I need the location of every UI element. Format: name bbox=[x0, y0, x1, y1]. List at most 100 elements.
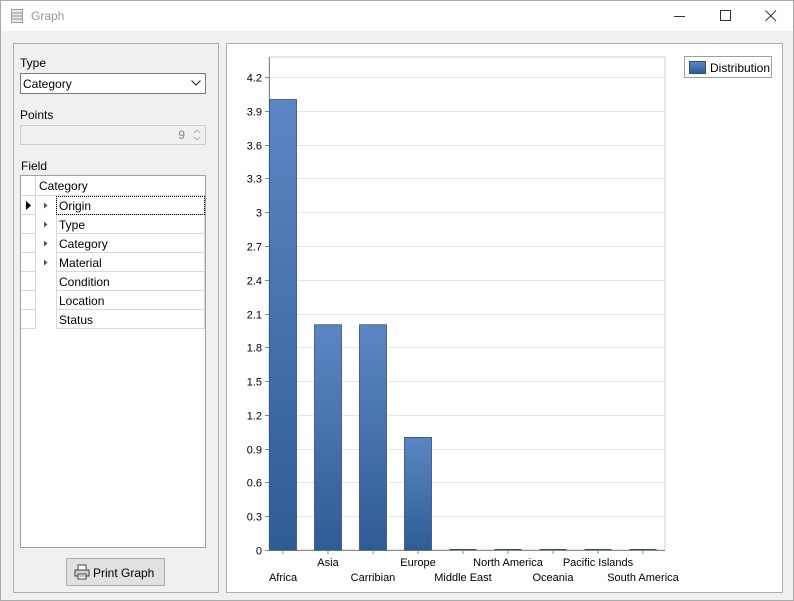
x-tick-label: Oceania bbox=[533, 572, 575, 584]
y-tick-label: 3 bbox=[256, 208, 262, 220]
field-name: Location bbox=[59, 294, 105, 308]
field-name: Material bbox=[59, 256, 102, 270]
maximize-icon bbox=[720, 10, 731, 21]
x-tick-label: Asia bbox=[317, 557, 339, 569]
y-tick-label: 1.5 bbox=[247, 377, 262, 389]
row-expander[interactable] bbox=[36, 272, 56, 291]
maximize-button[interactable] bbox=[703, 1, 749, 31]
grid-row[interactable]: Material bbox=[21, 253, 205, 272]
expand-arrow-icon bbox=[44, 259, 48, 266]
y-tick-label: 2.1 bbox=[247, 310, 262, 322]
x-tick-label: Africa bbox=[269, 572, 298, 584]
bar bbox=[404, 436, 432, 551]
row-header[interactable] bbox=[21, 272, 36, 291]
printer-icon bbox=[74, 564, 90, 580]
close-icon bbox=[765, 10, 777, 22]
chart-panel: 0 0.3 0.6 0.9 1.2 1.5 1.8 2.1 2.4 2.7 3 3.3 3.6 3.9 4.… bbox=[226, 43, 783, 593]
field-name: Type bbox=[59, 218, 86, 232]
bar bbox=[269, 99, 297, 551]
field-cell[interactable]: Status bbox=[56, 310, 205, 329]
field-grid[interactable]: Category Origin Type Category Material Condi… bbox=[20, 175, 206, 548]
x-tick-label: Pacific Islands bbox=[563, 557, 634, 569]
x-tick-label: South America bbox=[607, 572, 679, 584]
y-tick-label: 3.9 bbox=[247, 107, 262, 119]
y-tick-label: 1.2 bbox=[247, 411, 262, 423]
x-tick-label: Europe bbox=[400, 557, 435, 569]
y-tick-label: 0.9 bbox=[247, 445, 262, 457]
x-tick-label: North America bbox=[473, 557, 544, 569]
y-tick-label: 3.3 bbox=[247, 174, 262, 186]
row-header[interactable] bbox=[21, 234, 36, 253]
field-name: Condition bbox=[59, 275, 110, 289]
row-expander[interactable] bbox=[36, 291, 56, 310]
chevron-down-icon bbox=[191, 80, 201, 86]
row-expander[interactable] bbox=[36, 310, 56, 329]
points-stepper[interactable]: 9 bbox=[20, 125, 206, 145]
y-tick-label: 0.6 bbox=[247, 478, 262, 490]
chart-legend: Distribution bbox=[684, 56, 772, 78]
expand-arrow-icon bbox=[44, 240, 48, 247]
grid-corner bbox=[21, 176, 36, 196]
y-tick-label: 2.4 bbox=[247, 276, 262, 288]
grid-row[interactable]: Condition bbox=[21, 272, 205, 291]
field-cell[interactable]: Material bbox=[56, 253, 205, 272]
title-bar[interactable]: Graph bbox=[1, 1, 793, 31]
grid-header: Category bbox=[21, 176, 205, 196]
database-icon bbox=[11, 9, 23, 23]
print-graph-label: Print Graph bbox=[93, 566, 155, 580]
x-tick-label: Carribian bbox=[351, 572, 396, 584]
settings-panel: Type Category Points 9 Field Category Or… bbox=[13, 43, 219, 593]
points-label: Points bbox=[20, 108, 54, 122]
row-expander[interactable] bbox=[36, 196, 56, 215]
row-header[interactable] bbox=[21, 215, 36, 234]
close-button[interactable] bbox=[748, 1, 794, 31]
field-cell[interactable]: Condition bbox=[56, 272, 205, 291]
y-tick-label: 1.8 bbox=[247, 343, 262, 355]
field-cell[interactable]: Origin bbox=[56, 196, 205, 215]
print-graph-button[interactable]: Print Graph bbox=[66, 558, 165, 586]
y-tick-label: 0.3 bbox=[247, 512, 262, 524]
bar-chart: 0 0.3 0.6 0.9 1.2 1.5 1.8 2.1 2.4 2.7 3 3.3 3.6 3.9 4.… bbox=[247, 56, 680, 584]
minimize-button[interactable] bbox=[657, 1, 703, 31]
graph-window: Graph Type Category Points 9 Field Categ… bbox=[0, 0, 794, 601]
grid-row[interactable]: Category bbox=[21, 234, 205, 253]
field-cell[interactable]: Type bbox=[56, 215, 205, 234]
row-selector-icon bbox=[26, 201, 31, 210]
row-expander[interactable] bbox=[36, 215, 56, 234]
type-dropdown-value: Category bbox=[23, 77, 72, 91]
y-tick-label: 4.2 bbox=[247, 73, 262, 85]
row-header[interactable] bbox=[21, 196, 36, 215]
bar bbox=[314, 324, 342, 551]
points-value: 9 bbox=[178, 128, 185, 142]
spin-arrows-icon[interactable] bbox=[192, 128, 202, 142]
grid-row[interactable]: Type bbox=[21, 215, 205, 234]
bar bbox=[359, 324, 387, 551]
window-title: Graph bbox=[31, 9, 65, 23]
field-cell[interactable]: Category bbox=[56, 234, 205, 253]
field-name: Origin bbox=[59, 199, 92, 213]
grid-header-label: Category bbox=[39, 179, 88, 193]
expand-arrow-icon bbox=[44, 202, 48, 209]
y-tick-label: 2.7 bbox=[247, 242, 262, 254]
field-name: Category bbox=[59, 237, 108, 251]
legend-swatch bbox=[689, 61, 706, 74]
legend-label: Distribution bbox=[710, 61, 771, 75]
grid-row[interactable]: Status bbox=[21, 310, 205, 329]
minimize-icon bbox=[674, 16, 685, 17]
row-header[interactable] bbox=[21, 291, 36, 310]
field-label: Field bbox=[21, 159, 48, 173]
type-label: Type bbox=[20, 56, 47, 70]
expand-arrow-icon bbox=[44, 221, 48, 228]
grid-row[interactable]: Origin bbox=[21, 196, 205, 215]
row-header[interactable] bbox=[21, 253, 36, 272]
row-expander[interactable] bbox=[36, 253, 56, 272]
row-header[interactable] bbox=[21, 310, 36, 329]
y-tick-label: 3.6 bbox=[247, 141, 262, 153]
row-expander[interactable] bbox=[36, 234, 56, 253]
field-cell[interactable]: Location bbox=[56, 291, 205, 310]
x-tick-label: Middle East bbox=[434, 572, 491, 584]
grid-row[interactable]: Location bbox=[21, 291, 205, 310]
type-dropdown[interactable]: Category bbox=[20, 73, 206, 94]
field-name: Status bbox=[59, 313, 94, 327]
y-tick-label: 0 bbox=[256, 546, 262, 558]
